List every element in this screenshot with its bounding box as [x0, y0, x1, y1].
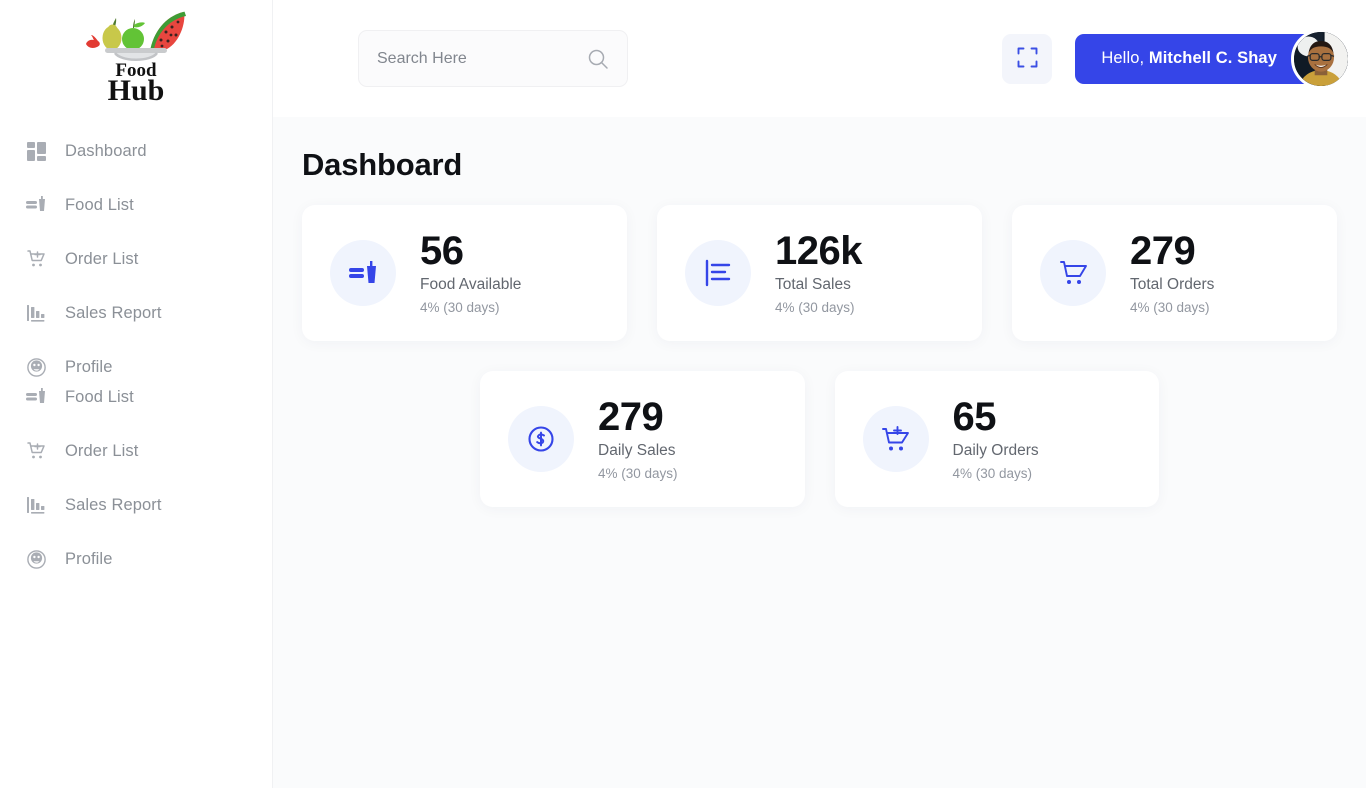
sidebar-item-dashboard[interactable]: Dashboard: [0, 136, 272, 166]
search-icon[interactable]: [587, 48, 609, 70]
svg-text:Hub: Hub: [108, 74, 165, 102]
stat-label: Daily Orders: [953, 442, 1039, 460]
stat-sub: 4% (30 days): [953, 466, 1039, 481]
stats-row-2: 279 Daily Sales 4% (30 days): [302, 371, 1337, 507]
stat-value: 279: [1130, 231, 1214, 272]
stat-body: 65 Daily Orders 4% (30 days): [953, 397, 1039, 482]
stat-value: 56: [420, 231, 521, 272]
food-icon: [25, 194, 47, 216]
greeting-prefix: Hello,: [1101, 49, 1148, 67]
dollar-icon: [508, 406, 574, 472]
sidebar-item-sales-report[interactable]: Sales Report: [0, 298, 272, 328]
user-avatar-icon: [1294, 32, 1348, 86]
stat-body: 56 Food Available 4% (30 days): [420, 231, 521, 316]
stat-label: Total Orders: [1130, 276, 1214, 294]
report-icon: [685, 240, 751, 306]
cart-add-icon: [25, 248, 47, 270]
fullscreen-icon: [1017, 47, 1038, 71]
sidebar-item-label: Food List: [65, 196, 134, 215]
sidebar-item-sales-report-2[interactable]: Sales Report: [0, 490, 272, 520]
sidebar-item-label: Profile: [65, 358, 112, 377]
food-hub-logo-icon: Food Hub: [72, 10, 200, 102]
stat-card-total-sales[interactable]: 126k Total Sales 4% (30 days): [657, 205, 982, 341]
topbar-right: Hello, Mitchell C. Shay: [1002, 34, 1341, 84]
user-name: Mitchell C. Shay: [1149, 49, 1277, 67]
sidebar-item-label: Sales Report: [65, 496, 162, 515]
dashboard-icon: [25, 140, 47, 162]
profile-icon: [25, 356, 47, 378]
user-greeting-button[interactable]: Hello, Mitchell C. Shay: [1075, 34, 1341, 84]
stat-label: Daily Sales: [598, 442, 678, 460]
bar-chart-icon: [25, 494, 47, 516]
stat-sub: 4% (30 days): [775, 300, 862, 315]
page-title: Dashboard: [302, 147, 1337, 183]
user-greeting-text: Hello, Mitchell C. Shay: [1101, 49, 1277, 68]
sidebar-item-profile[interactable]: Profile: [0, 352, 272, 382]
stat-card-total-orders[interactable]: 279 Total Orders 4% (30 days): [1012, 205, 1337, 341]
cart-add-icon: [25, 440, 47, 462]
search-box[interactable]: [358, 30, 628, 87]
cart-icon: [1040, 240, 1106, 306]
sidebar-item-food-list[interactable]: Food List: [0, 190, 272, 220]
sidebar-item-profile-2[interactable]: Profile: [0, 544, 272, 574]
stat-card-daily-sales[interactable]: 279 Daily Sales 4% (30 days): [480, 371, 805, 507]
stat-label: Food Available: [420, 276, 521, 294]
stat-body: 279 Daily Sales 4% (30 days): [598, 397, 678, 482]
sidebar-item-label: Sales Report: [65, 304, 162, 323]
content-area: Dashboard 56 Food Available: [273, 117, 1366, 788]
main-area: Hello, Mitchell C. Shay: [273, 0, 1366, 788]
sidebar-item-food-list-2[interactable]: Food List: [0, 382, 272, 412]
stat-body: 126k Total Sales 4% (30 days): [775, 231, 862, 316]
sidebar: Food Hub Dashboard: [0, 0, 273, 788]
fullscreen-button[interactable]: [1002, 34, 1052, 84]
sidebar-item-order-list-2[interactable]: Order List: [0, 436, 272, 466]
stat-sub: 4% (30 days): [1130, 300, 1214, 315]
stat-body: 279 Total Orders 4% (30 days): [1130, 231, 1214, 316]
profile-icon: [25, 548, 47, 570]
sidebar-item-label: Order List: [65, 250, 138, 269]
sidebar-item-label: Food List: [65, 388, 134, 407]
sidebar-item-label: Profile: [65, 550, 112, 569]
stat-value: 126k: [775, 231, 862, 272]
stat-value: 65: [953, 397, 1039, 438]
sidebar-item-order-list[interactable]: Order List: [0, 244, 272, 274]
stat-sub: 4% (30 days): [420, 300, 521, 315]
cart-add-icon: [863, 406, 929, 472]
stat-label: Total Sales: [775, 276, 862, 294]
stat-card-food-available[interactable]: 56 Food Available 4% (30 days): [302, 205, 627, 341]
stat-sub: 4% (30 days): [598, 466, 678, 481]
topbar: Hello, Mitchell C. Shay: [273, 0, 1366, 117]
stat-value: 279: [598, 397, 678, 438]
app-root: Food Hub Dashboard: [0, 0, 1366, 788]
food-icon: [330, 240, 396, 306]
search-input[interactable]: [377, 31, 577, 86]
bar-chart-icon: [25, 302, 47, 324]
sidebar-item-label: Dashboard: [65, 142, 147, 161]
avatar[interactable]: [1291, 29, 1351, 89]
stat-card-daily-orders[interactable]: 65 Daily Orders 4% (30 days): [835, 371, 1160, 507]
sidebar-item-label: Order List: [65, 442, 138, 461]
sidebar-nav: Dashboard Food List: [0, 108, 272, 574]
stats-row-1: 56 Food Available 4% (30 days): [302, 205, 1337, 341]
food-icon: [25, 386, 47, 408]
brand-logo[interactable]: Food Hub: [0, 0, 272, 108]
